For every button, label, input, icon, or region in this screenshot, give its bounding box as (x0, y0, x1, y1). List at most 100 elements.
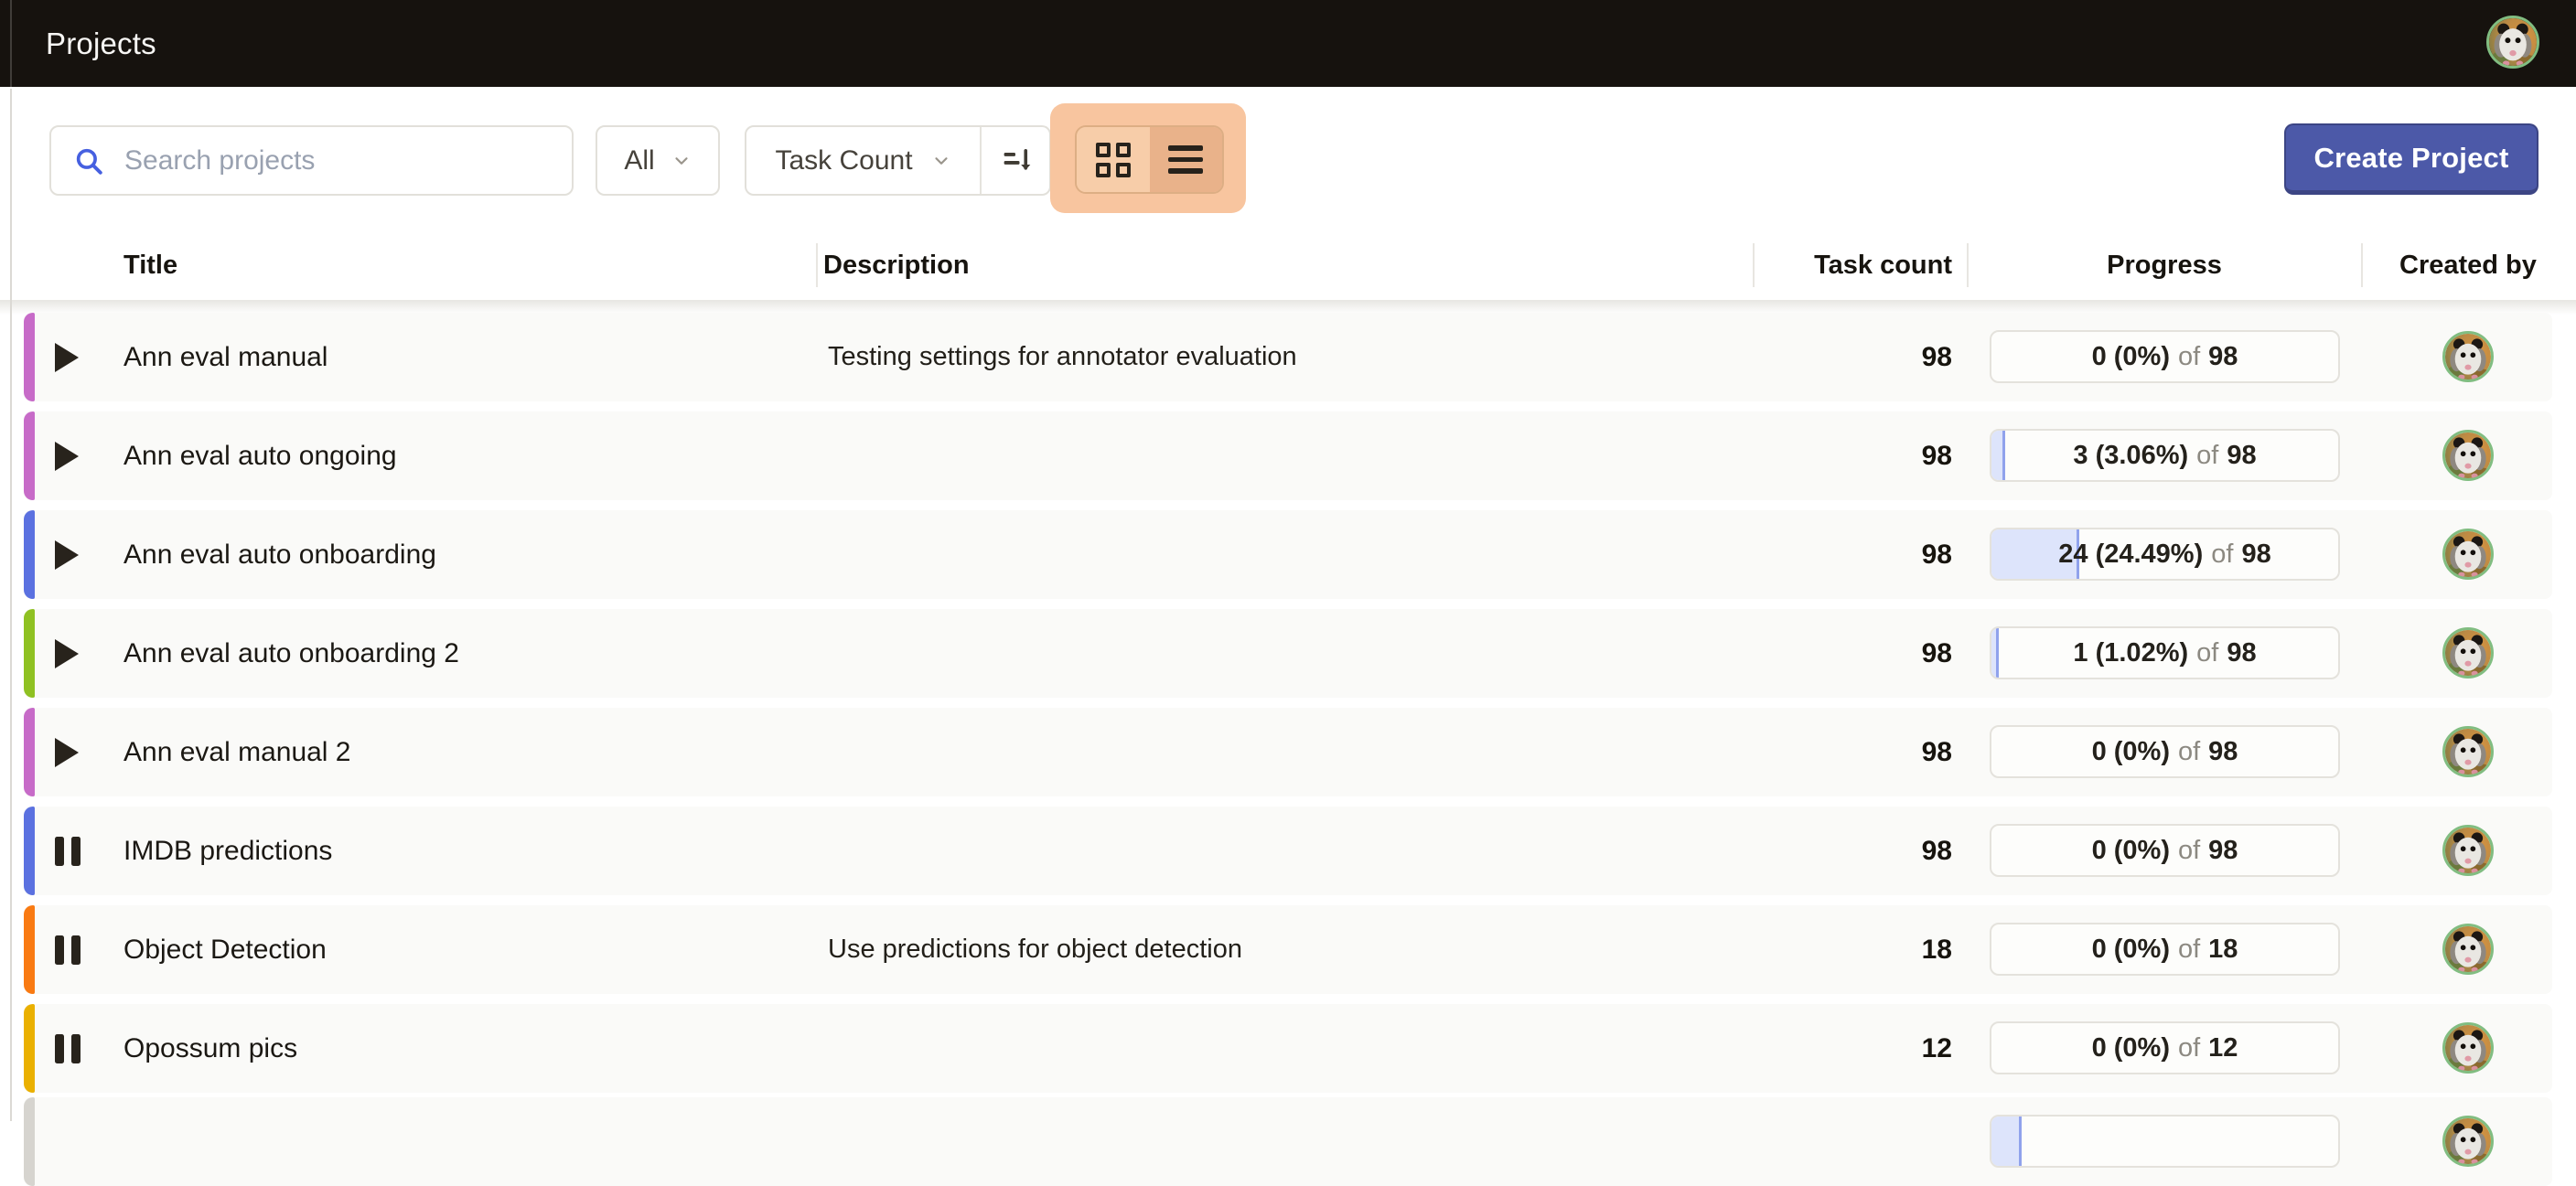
project-title[interactable]: Opossum pics (123, 1004, 297, 1093)
task-count-value: 98 (1922, 510, 1952, 599)
progress-indicator: 0 (0%) of 98 (1990, 330, 2340, 383)
pause-icon (55, 1034, 80, 1063)
progress-fill (1991, 1117, 2022, 1166)
project-description: Testing settings for annotator evaluatio… (828, 313, 1297, 401)
project-color-bar (24, 510, 35, 599)
column-divider (816, 243, 818, 287)
play-icon (55, 540, 79, 570)
progress-done-label: 24 (24.49%) (2058, 540, 2203, 570)
progress-done-label: 3 (3.06%) (2073, 441, 2188, 471)
column-header-description: Description (823, 251, 970, 281)
window-edge-line (10, 89, 12, 1121)
progress-fill (1991, 628, 1999, 678)
project-title[interactable]: Ann eval manual 2 (123, 708, 351, 796)
creator-avatar (2442, 331, 2494, 382)
project-color-bar (24, 411, 35, 500)
progress-done-label: 0 (0%) (2092, 342, 2170, 372)
progress-total-label: 98 (2208, 836, 2238, 866)
opossum-avatar-image (2445, 531, 2491, 577)
project-status-icon (55, 905, 80, 994)
progress-indicator: 1 (1.02%) of 98 (1990, 626, 2340, 679)
search-box[interactable] (49, 125, 574, 196)
task-count-value: 98 (1922, 807, 1952, 895)
project-row[interactable]: Object Detection Use predictions for obj… (24, 905, 2552, 994)
project-color-bar (24, 708, 35, 796)
project-status-icon (55, 609, 79, 698)
progress-indicator: 0 (0%) of 98 (1990, 725, 2340, 778)
project-title[interactable]: Object Detection (123, 905, 327, 994)
pause-icon (55, 837, 80, 866)
column-header-created-by: Created by (2399, 251, 2537, 281)
creator-avatar (2442, 924, 2494, 975)
search-input[interactable] (123, 144, 556, 177)
opossum-avatar-image (2445, 729, 2491, 775)
sort-field-dropdown[interactable]: Task Count (746, 127, 980, 194)
project-title[interactable]: Ann eval auto onboarding 2 (123, 609, 459, 698)
progress-fill (1991, 431, 2005, 480)
user-avatar[interactable] (2486, 16, 2539, 69)
create-project-button[interactable]: Create Project (2284, 123, 2538, 195)
sort-direction-button[interactable] (982, 127, 1049, 194)
project-row[interactable]: Ann eval manual Testing settings for ann… (24, 313, 2552, 401)
page-title: Projects (46, 27, 156, 61)
view-toggle (1075, 125, 1224, 194)
chevron-down-icon (671, 151, 692, 171)
progress-done-label: 0 (0%) (2092, 935, 2170, 965)
project-title[interactable]: Ann eval auto ongoing (123, 411, 397, 500)
project-color-bar (24, 807, 35, 895)
project-row[interactable]: Ann eval auto onboarding 2 98 1 (1.02%) … (24, 609, 2552, 698)
opossum-avatar-image (2445, 828, 2491, 873)
project-row[interactable]: Opossum pics 12 0 (0%) of 12 (24, 1004, 2552, 1093)
project-color-bar (24, 1004, 35, 1093)
progress-total-label: 98 (2208, 342, 2238, 372)
progress-of-label: of (2196, 638, 2218, 668)
project-row[interactable] (24, 1097, 2552, 1186)
project-description: Use predictions for object detection (828, 905, 1242, 994)
progress-indicator: 24 (24.49%) of 98 (1990, 528, 2340, 581)
grid-view-button[interactable] (1077, 127, 1150, 192)
progress-done-label: 0 (0%) (2092, 737, 2170, 767)
project-row[interactable]: Ann eval manual 2 98 0 (0%) of 98 (24, 708, 2552, 796)
progress-indicator: 3 (3.06%) of 98 (1990, 429, 2340, 482)
progress-total-label: 18 (2208, 935, 2238, 965)
list-view-button[interactable] (1150, 127, 1223, 192)
progress-indicator: 0 (0%) of 18 (1990, 923, 2340, 976)
task-count-value: 98 (1922, 708, 1952, 796)
progress-done-label: 0 (0%) (2092, 836, 2170, 866)
projects-toolbar: All Task Count (0, 87, 2576, 238)
filter-dropdown-label: All (624, 145, 654, 176)
opossum-avatar-image (2445, 433, 2491, 478)
project-title[interactable]: Ann eval manual (123, 313, 327, 401)
project-row[interactable]: Ann eval auto onboarding 98 24 (24.49%) … (24, 510, 2552, 599)
opossum-avatar-image (2445, 926, 2491, 972)
project-title[interactable]: IMDB predictions (123, 807, 332, 895)
play-icon (55, 639, 79, 668)
progress-of-label: of (2178, 935, 2200, 965)
top-app-bar: Projects (0, 0, 2576, 89)
list-view-icon (1168, 145, 1203, 174)
project-row[interactable]: IMDB predictions 98 0 (0%) of 98 (24, 807, 2552, 895)
project-row[interactable]: Ann eval auto ongoing 98 3 (3.06%) of 98 (24, 411, 2552, 500)
filter-dropdown[interactable]: All (596, 125, 720, 196)
progress-done-label: 0 (0%) (2092, 1033, 2170, 1063)
creator-avatar (2442, 627, 2494, 678)
creator-avatar (2442, 430, 2494, 481)
progress-of-label: of (2211, 540, 2233, 570)
project-status-icon (55, 807, 80, 895)
progress-total-label: 98 (2227, 441, 2256, 471)
progress-done-label: 1 (1.02%) (2073, 638, 2188, 668)
project-title[interactable]: Ann eval auto onboarding (123, 510, 436, 599)
column-header-task-count: Task count (1723, 251, 1952, 281)
creator-avatar (2442, 529, 2494, 580)
progress-indicator: 0 (0%) of 98 (1990, 824, 2340, 877)
progress-total-label: 12 (2208, 1033, 2238, 1063)
creator-avatar (2442, 1116, 2494, 1167)
progress-of-label: of (2178, 737, 2200, 767)
pause-icon (55, 935, 80, 965)
table-header: Title Description Task count Progress Cr… (0, 238, 2576, 300)
task-count-value: 98 (1922, 609, 1952, 698)
opossum-avatar-image (2489, 18, 2537, 66)
play-icon (55, 738, 79, 767)
chevron-down-icon (931, 151, 951, 171)
task-count-value: 98 (1922, 411, 1952, 500)
